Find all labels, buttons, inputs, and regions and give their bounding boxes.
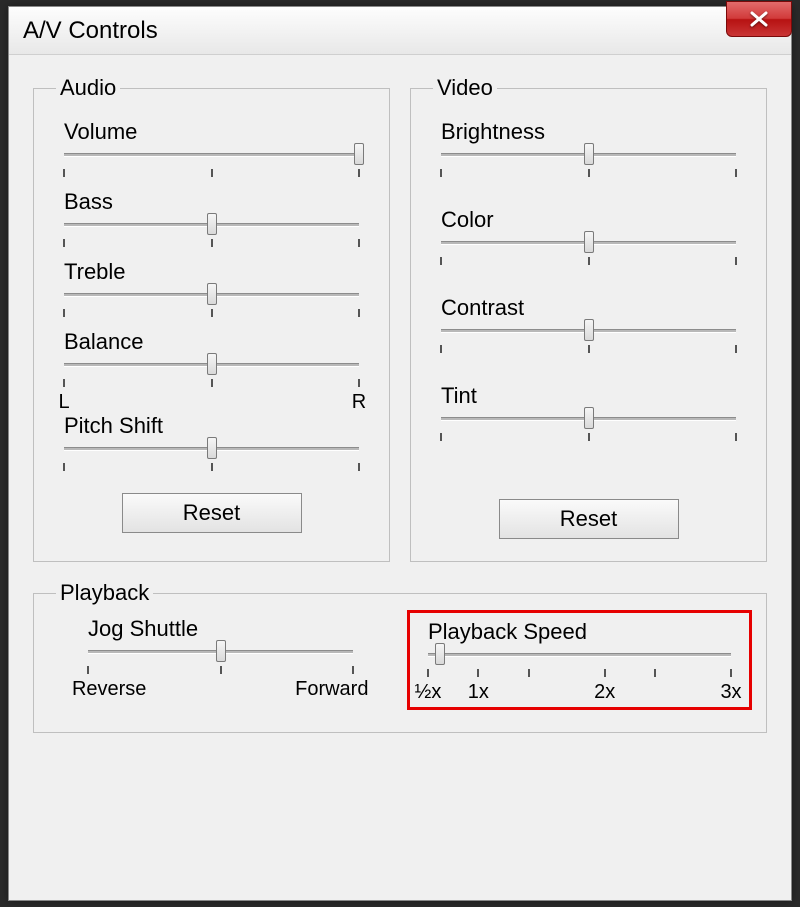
jog-reverse-label: Reverse bbox=[72, 678, 146, 701]
color-label: Color bbox=[441, 207, 744, 233]
jog-shuttle-group: Jog Shuttle Reverse Forward bbox=[56, 616, 385, 704]
treble-slider[interactable] bbox=[64, 287, 359, 311]
speed-1x-label: 1x bbox=[468, 681, 489, 704]
balance-label: Balance bbox=[64, 329, 367, 355]
playback-group: Playback Jog Shuttle Reverse Forward bbox=[33, 580, 767, 733]
balance-right-label: R bbox=[352, 391, 366, 414]
color-slider[interactable] bbox=[441, 235, 736, 259]
contrast-slider-group: Contrast bbox=[433, 295, 744, 357]
close-button[interactable] bbox=[726, 1, 792, 37]
volume-slider-group: Volume bbox=[56, 119, 367, 181]
tint-thumb[interactable] bbox=[584, 407, 594, 429]
tint-slider[interactable] bbox=[441, 411, 736, 435]
brightness-slider[interactable] bbox=[441, 147, 736, 171]
contrast-slider[interactable] bbox=[441, 323, 736, 347]
playback-speed-highlight: Playback Speed bbox=[407, 610, 752, 710]
audio-reset-button[interactable]: Reset bbox=[122, 493, 302, 533]
color-slider-group: Color bbox=[433, 207, 744, 269]
bass-label: Bass bbox=[64, 189, 367, 215]
balance-slider[interactable] bbox=[64, 357, 359, 381]
pitch-shift-slider-group: Pitch Shift bbox=[56, 413, 367, 475]
tint-slider-group: Tint bbox=[433, 383, 744, 445]
balance-thumb[interactable] bbox=[207, 353, 217, 375]
video-group: Video Brightness Color bbox=[410, 75, 767, 562]
contrast-label: Contrast bbox=[441, 295, 744, 321]
treble-thumb[interactable] bbox=[207, 283, 217, 305]
audio-legend: Audio bbox=[56, 75, 120, 101]
jog-shuttle-slider[interactable] bbox=[88, 644, 353, 668]
brightness-slider-group: Brightness bbox=[433, 119, 744, 181]
brightness-thumb[interactable] bbox=[584, 143, 594, 165]
pitch-shift-thumb[interactable] bbox=[207, 437, 217, 459]
playback-speed-label: Playback Speed bbox=[428, 619, 739, 645]
audio-group: Audio Volume Bass bbox=[33, 75, 390, 562]
balance-left-label: L bbox=[58, 391, 69, 414]
volume-slider[interactable] bbox=[64, 147, 359, 171]
window-title: A/V Controls bbox=[23, 17, 158, 45]
color-thumb[interactable] bbox=[584, 231, 594, 253]
bass-thumb[interactable] bbox=[207, 213, 217, 235]
volume-thumb[interactable] bbox=[354, 143, 364, 165]
treble-label: Treble bbox=[64, 259, 367, 285]
video-reset-button[interactable]: Reset bbox=[499, 499, 679, 539]
close-icon bbox=[749, 11, 769, 27]
speed-3x-label: 3x bbox=[720, 681, 741, 704]
jog-shuttle-thumb[interactable] bbox=[216, 640, 226, 662]
volume-label: Volume bbox=[64, 119, 367, 145]
jog-forward-label: Forward bbox=[295, 678, 368, 701]
video-legend: Video bbox=[433, 75, 497, 101]
contrast-thumb[interactable] bbox=[584, 319, 594, 341]
balance-slider-group: Balance L R bbox=[56, 329, 367, 413]
playback-speed-slider[interactable] bbox=[428, 647, 731, 671]
speed-2x-label: 2x bbox=[594, 681, 615, 704]
pitch-shift-slider[interactable] bbox=[64, 441, 359, 465]
av-controls-window: A/V Controls Audio Volume bbox=[8, 6, 792, 901]
titlebar: A/V Controls bbox=[9, 7, 791, 55]
bass-slider[interactable] bbox=[64, 217, 359, 241]
treble-slider-group: Treble bbox=[56, 259, 367, 321]
playback-speed-thumb[interactable] bbox=[435, 643, 445, 665]
playback-legend: Playback bbox=[56, 580, 153, 606]
tint-label: Tint bbox=[441, 383, 744, 409]
content-area: Audio Volume Bass bbox=[9, 55, 791, 743]
brightness-label: Brightness bbox=[441, 119, 744, 145]
bass-slider-group: Bass bbox=[56, 189, 367, 251]
pitch-shift-label: Pitch Shift bbox=[64, 413, 367, 439]
jog-shuttle-label: Jog Shuttle bbox=[88, 616, 385, 642]
speed-half-label: ½x bbox=[415, 681, 442, 704]
